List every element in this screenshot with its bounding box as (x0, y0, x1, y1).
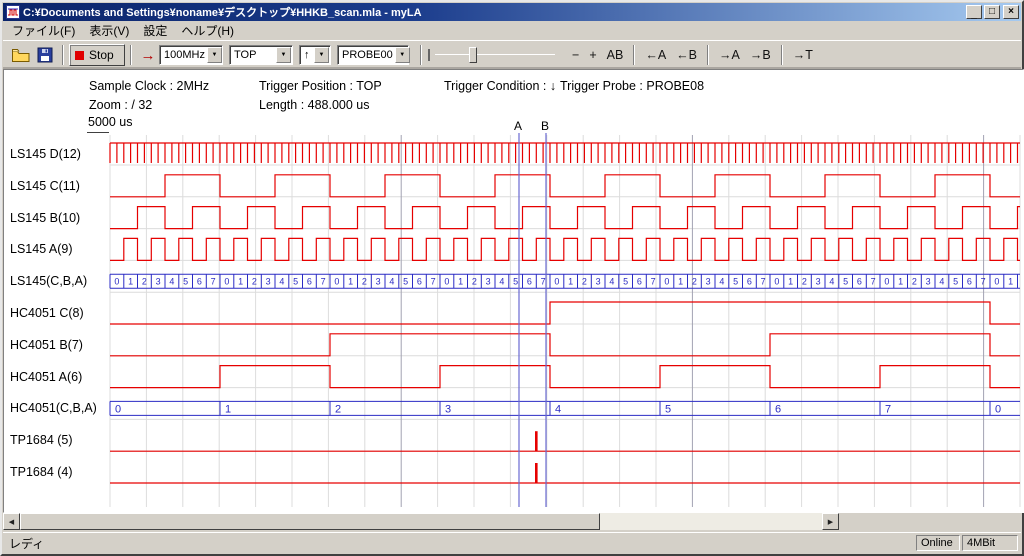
set-cursor-a-button[interactable]: →A (714, 45, 745, 65)
length-info: Length : 488.000 us (259, 98, 370, 112)
zoom-info: Zoom : / 32 (89, 98, 152, 112)
signal-label: LS145(C,B,A) (10, 274, 87, 289)
sample-clock-info: Sample Clock : 2MHz (89, 79, 209, 93)
signal-label: HC4051 A(6) (10, 370, 82, 385)
signal-label: LS145 C(11) (10, 179, 80, 194)
zoom-in-button[interactable]: + (584, 45, 601, 65)
trigger-position-value: TOP (230, 49, 276, 61)
sample-rate-combo[interactable]: 100MHz ▼ (159, 45, 223, 65)
slider-track[interactable] (435, 54, 555, 55)
menu-view[interactable]: 表示(V) (82, 20, 136, 41)
dropdown-arrow-icon[interactable]: ▼ (314, 47, 329, 63)
ab-cursors-button[interactable]: AB (602, 45, 629, 65)
trigger-edge-combo[interactable]: ↑ ▼ (299, 45, 331, 65)
toolbar-separator (781, 45, 783, 65)
goto-cursor-a-button[interactable]: ←A (640, 45, 671, 65)
signal-label: LS145 A(9) (10, 242, 73, 257)
scroll-left-button[interactable]: ◀ (3, 513, 20, 530)
sample-rate-value: 100MHz (160, 49, 207, 61)
scrollbar-thumb[interactable] (20, 513, 600, 530)
floppy-disk-icon (37, 47, 53, 63)
stop-icon (75, 51, 84, 60)
stop-label: Stop (89, 48, 114, 62)
trigger-probe-value: PROBE00 (338, 49, 395, 61)
horizontal-scrollbar[interactable]: ◀ ▶ (3, 513, 839, 530)
toolbar-separator (633, 45, 635, 65)
toolbar: Stop → 100MHz ▼ TOP ▼ ↑ ▼ PROBE00 ▼ (3, 40, 1021, 69)
status-ready-text: レディ (6, 535, 914, 552)
scroll-right-button[interactable]: ▶ (822, 513, 839, 530)
app-window: C:¥Documents and Settings¥noname¥デスクトップ¥… (0, 0, 1024, 556)
window-title: C:¥Documents and Settings¥noname¥デスクトップ¥… (23, 4, 964, 20)
time-division-label: 5000 us (88, 115, 132, 129)
status-online-badge: Online (916, 535, 960, 551)
slider-thumb[interactable] (469, 47, 477, 63)
set-cursor-b-button[interactable]: →B (745, 45, 776, 65)
trigger-position-combo[interactable]: TOP ▼ (229, 45, 293, 65)
signal-label: LS145 D(12) (10, 147, 81, 162)
dropdown-arrow-icon[interactable]: ▼ (207, 47, 222, 63)
signal-label: TP1684 (5) (10, 433, 73, 448)
desktop: C:¥Documents and Settings¥noname¥デスクトップ¥… (0, 0, 1024, 556)
toolbar-separator (62, 45, 64, 65)
trigger-probe-combo[interactable]: PROBE00 ▼ (337, 45, 409, 65)
minimize-button[interactable]: _ (966, 5, 982, 19)
run-button[interactable]: → (137, 44, 159, 66)
menu-bar: ファイル(F) 表示(V) 設定 ヘルプ(H) (3, 21, 1021, 40)
title-bar[interactable]: C:¥Documents and Settings¥noname¥デスクトップ¥… (3, 3, 1021, 21)
menu-settings[interactable]: 設定 (136, 20, 174, 41)
toolbar-separator (707, 45, 709, 65)
run-arrow-icon: → (141, 47, 156, 64)
maximize-button[interactable]: □ (984, 5, 1000, 19)
dropdown-arrow-icon[interactable]: ▼ (276, 47, 291, 63)
signal-label: LS145 B(10) (10, 211, 80, 226)
toolbar-separator (130, 45, 132, 65)
waveform-panel: Sample Clock : 2MHz Trigger Position : T… (3, 69, 1024, 513)
signal-label: TP1684 (4) (10, 465, 73, 480)
goto-cursor-b-button[interactable]: ←B (671, 45, 702, 65)
zoom-out-button[interactable]: − (567, 45, 584, 65)
trigger-probe-info: Trigger Probe : PROBE08 (560, 79, 704, 93)
close-button[interactable]: × (1003, 5, 1019, 19)
dropdown-arrow-icon[interactable]: ▼ (395, 47, 410, 63)
menu-help[interactable]: ヘルプ(H) (174, 20, 241, 41)
save-file-button[interactable] (33, 44, 57, 66)
signal-label: HC4051(C,B,A) (10, 401, 97, 416)
signal-label: HC4051 C(8) (10, 306, 84, 321)
stop-button[interactable]: Stop (69, 44, 125, 66)
cursor-b-label[interactable]: B (541, 119, 549, 133)
status-bar: レディ Online 4MBit (3, 532, 1021, 553)
cursor-a-label[interactable]: A (514, 119, 522, 133)
open-file-button[interactable] (9, 44, 33, 66)
zoom-slider[interactable] (427, 45, 559, 65)
goto-trigger-button[interactable]: →T (788, 45, 818, 65)
open-folder-icon (11, 47, 31, 63)
menu-file[interactable]: ファイル(F) (5, 20, 82, 41)
trigger-position-info: Trigger Position : TOP (259, 79, 382, 93)
trigger-condition-info: Trigger Condition : ↓ (444, 79, 556, 93)
toolbar-separator (420, 45, 422, 65)
signal-label: HC4051 B(7) (10, 338, 83, 353)
status-memory-badge: 4MBit (962, 535, 1018, 551)
slider-start-tick (428, 49, 430, 61)
time-scale-tick (87, 132, 109, 133)
app-icon (6, 5, 20, 19)
trigger-edge-value: ↑ (300, 49, 314, 61)
